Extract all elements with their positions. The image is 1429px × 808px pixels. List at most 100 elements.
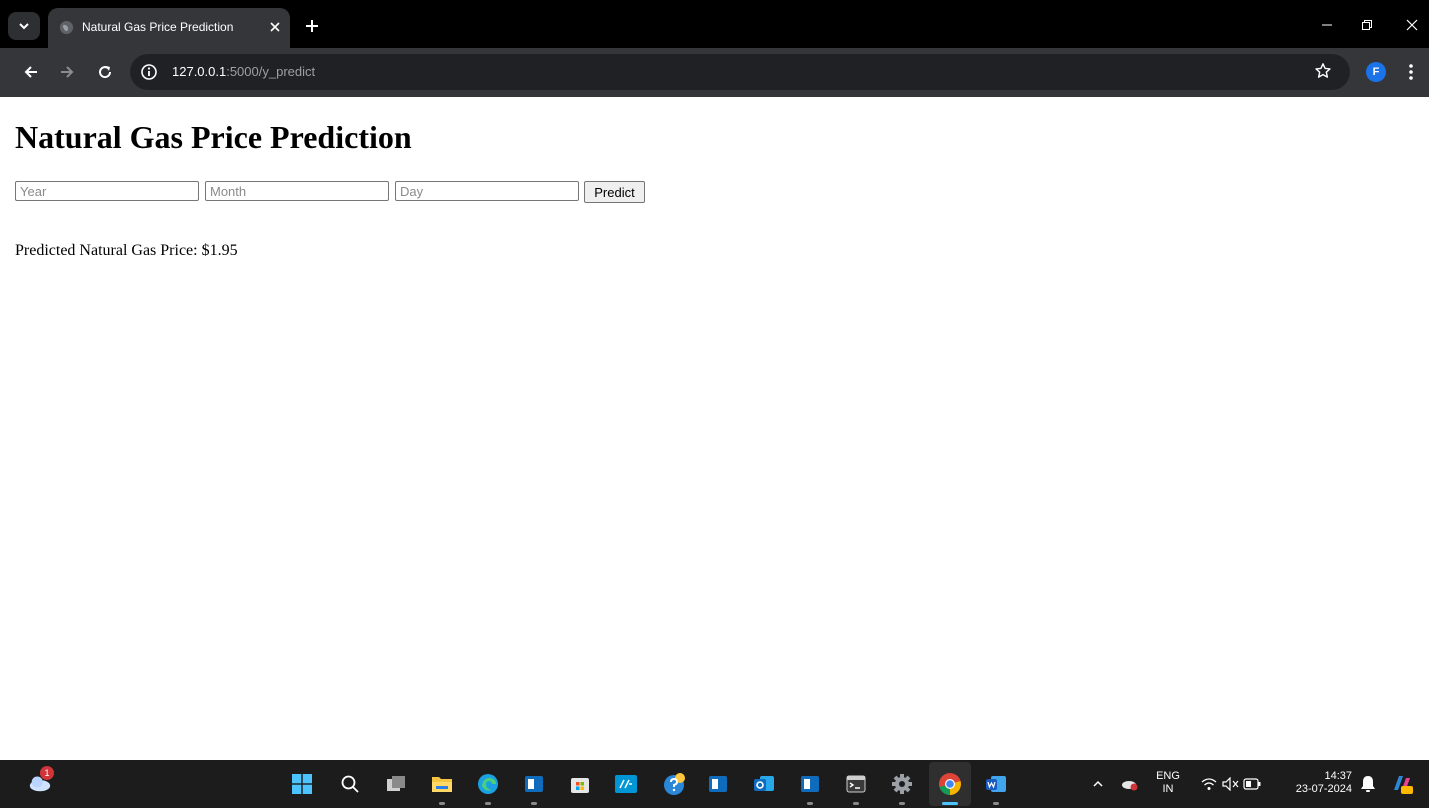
new-tab-button[interactable]	[302, 16, 322, 36]
language-code: ENG	[1156, 770, 1180, 782]
browser-tab[interactable]: Natural Gas Price Prediction	[48, 8, 290, 48]
file-explorer-icon	[432, 777, 452, 792]
taskbar: 1 ENG IN 14:37 23-07-2024	[0, 760, 1429, 808]
get-help-button[interactable]	[662, 772, 686, 796]
wifi-status[interactable]	[1197, 772, 1221, 796]
copilot-button[interactable]	[1390, 772, 1414, 796]
running-indicator	[485, 802, 491, 805]
app-icon	[801, 776, 819, 792]
edge-icon	[478, 774, 498, 794]
close-icon	[1406, 19, 1418, 31]
task-view-button[interactable]	[384, 772, 408, 796]
task-view-icon	[387, 776, 405, 791]
search-icon	[341, 775, 359, 793]
show-hidden-icons-button[interactable]	[1086, 772, 1110, 796]
word-button[interactable]	[984, 772, 1008, 796]
input-language-indicator[interactable]: ENG IN	[1152, 770, 1184, 796]
clock[interactable]: 14:37 23-07-2024	[1282, 770, 1352, 796]
screen: Natural Gas Price Prediction 127.0.0.1:5…	[0, 0, 1429, 808]
clock-date: 23-07-2024	[1295, 783, 1352, 795]
menu-button[interactable]	[1404, 61, 1418, 83]
chrome-button[interactable]	[938, 772, 962, 796]
volume-muted-icon	[1222, 777, 1239, 791]
browser-tab-bar: Natural Gas Price Prediction	[0, 0, 1429, 48]
cloud-error-icon	[1122, 781, 1138, 791]
chevron-up-icon	[1093, 780, 1103, 787]
terminal-button[interactable]	[844, 772, 868, 796]
myhp-icon	[615, 775, 637, 793]
language-region: IN	[1162, 783, 1174, 795]
running-indicator	[899, 802, 905, 805]
battery-icon	[1243, 778, 1261, 790]
day-input[interactable]	[395, 181, 579, 201]
url-path: :5000/y_predict	[226, 64, 316, 79]
plus-icon	[306, 20, 318, 32]
year-input[interactable]	[15, 181, 199, 201]
arrow-right-icon	[61, 66, 74, 78]
help-icon	[664, 773, 685, 795]
restore-button[interactable]	[1356, 14, 1378, 36]
close-icon	[270, 22, 280, 32]
info-icon[interactable]	[140, 63, 158, 81]
tab-search-button[interactable]	[8, 12, 40, 40]
wifi-icon	[1201, 778, 1217, 790]
address-bar[interactable]: 127.0.0.1:5000/y_predict	[130, 54, 1350, 90]
app-button-3[interactable]	[798, 772, 822, 796]
globe-icon	[59, 20, 74, 35]
prediction-result: Predicted Natural Gas Price: $1.95	[15, 242, 238, 259]
running-indicator	[993, 802, 999, 805]
terminal-icon	[846, 775, 866, 793]
app-icon	[525, 776, 543, 792]
tab-title: Natural Gas Price Prediction	[82, 20, 234, 34]
outlook-icon	[754, 776, 774, 791]
page-content: Natural Gas Price Prediction Predict Pre…	[0, 97, 1429, 760]
settings-button[interactable]	[890, 772, 914, 796]
bell-icon	[1361, 776, 1375, 792]
minimize-button[interactable]	[1316, 14, 1338, 36]
weather-widget[interactable]: 1	[28, 766, 54, 794]
store-icon	[571, 778, 589, 793]
url-host: 127.0.0.1	[172, 64, 227, 79]
minimize-icon	[1322, 24, 1332, 26]
chevron-down-icon	[19, 23, 29, 30]
tray-app-button[interactable]	[1118, 772, 1142, 796]
close-window-button[interactable]	[1401, 14, 1423, 36]
predict-button[interactable]: Predict	[584, 181, 645, 203]
back-button[interactable]	[19, 60, 43, 84]
weather-badge: 1	[40, 766, 54, 780]
bookmark-button[interactable]	[1312, 60, 1334, 82]
app-icon	[709, 776, 727, 792]
running-indicator	[853, 802, 859, 805]
outlook-button[interactable]	[752, 772, 776, 796]
edge-button[interactable]	[476, 772, 500, 796]
word-icon	[986, 776, 1006, 792]
myhp-button[interactable]	[614, 772, 638, 796]
windows-start-icon	[292, 774, 312, 794]
gear-icon	[892, 774, 912, 794]
running-indicator	[807, 802, 813, 805]
taskbar-search-button[interactable]	[338, 772, 362, 796]
arrow-left-icon	[24, 66, 37, 78]
store-button[interactable]	[568, 772, 592, 796]
start-button[interactable]	[290, 772, 314, 796]
running-indicator	[439, 802, 445, 805]
reload-icon	[99, 66, 112, 79]
running-indicator	[531, 802, 537, 805]
reload-button[interactable]	[93, 60, 117, 84]
clock-time: 14:37	[1324, 770, 1352, 782]
notifications-button[interactable]	[1356, 772, 1380, 796]
url-text: 127.0.0.1:5000/y_predict	[172, 64, 315, 79]
app-button-1[interactable]	[522, 772, 546, 796]
browser-toolbar: 127.0.0.1:5000/y_predict F	[0, 48, 1429, 97]
file-explorer-button[interactable]	[430, 772, 454, 796]
copilot-icon	[1394, 776, 1413, 794]
tab-close-button[interactable]	[267, 19, 283, 35]
app-button-2[interactable]	[706, 772, 730, 796]
profile-avatar[interactable]: F	[1366, 62, 1386, 82]
active-app-indicator	[942, 802, 958, 805]
month-input[interactable]	[205, 181, 389, 201]
forward-button[interactable]	[55, 60, 79, 84]
battery-status[interactable]	[1240, 772, 1264, 796]
restore-icon	[1362, 20, 1372, 30]
page-title: Natural Gas Price Prediction	[15, 119, 412, 155]
